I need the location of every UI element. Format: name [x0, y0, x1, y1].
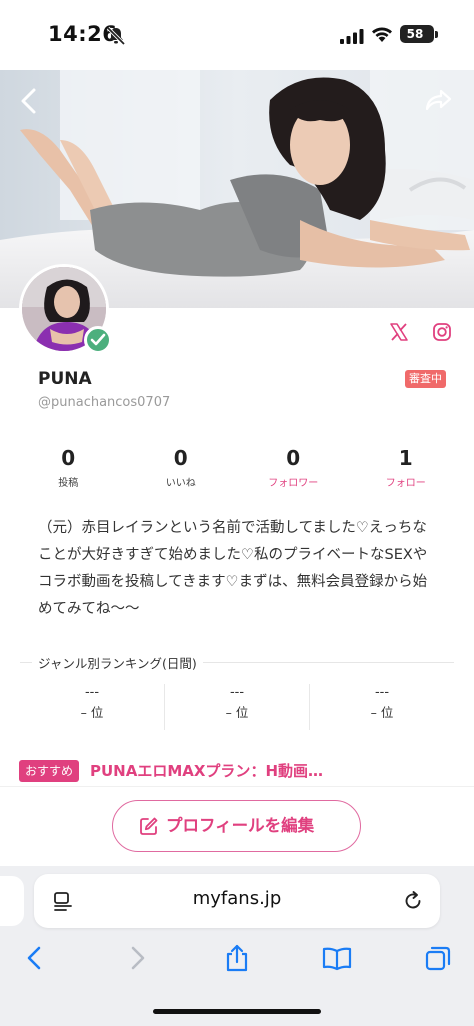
share-up-icon[interactable]: [222, 943, 252, 973]
stat-posts[interactable]: 0 投稿: [12, 444, 125, 494]
signal-icon: [340, 29, 364, 44]
stat-label: フォロワー: [268, 478, 319, 489]
ranking-cell: --- – 位: [310, 684, 454, 730]
stat-followers[interactable]: 0 フォロワー: [237, 444, 350, 494]
bookmarks-icon[interactable]: [322, 943, 352, 973]
ranking-row: --- – 位 --- – 位 --- – 位: [20, 684, 454, 730]
ranking-title: ジャンル別ランキング(日間): [32, 653, 203, 672]
stat-value: 0: [173, 446, 188, 470]
ranking-position: – 位: [370, 705, 394, 720]
ranking-value: ---: [229, 685, 245, 700]
bio-line: ことが大好きすぎて始めました♡私のプライベートなSEXや: [38, 547, 428, 563]
profile-name: PUNA: [38, 369, 92, 389]
reload-icon[interactable]: [402, 890, 424, 912]
wifi-icon: [372, 27, 392, 42]
tabs-icon[interactable]: [423, 943, 453, 973]
check-icon: [90, 333, 106, 346]
profile-stats: 0 投稿 0 いいね 0 フォロワー 1 フォロー: [12, 444, 462, 494]
bio-line: コラボ動画を投稿してきます♡まずは、無料会員登録から始: [38, 574, 428, 590]
ranking-cell: --- – 位: [165, 684, 310, 730]
stat-value: 0: [61, 446, 76, 470]
forward-icon[interactable]: [122, 943, 152, 973]
url-text[interactable]: myfans.jp: [170, 888, 304, 909]
battery-icon: 58: [400, 25, 434, 43]
stat-label: 投稿: [58, 478, 79, 489]
bio-line: めてみてね〜〜: [38, 601, 140, 617]
back-arrow-icon[interactable]: [16, 86, 42, 116]
review-status-badge: 審査中: [405, 370, 446, 388]
share-icon[interactable]: [424, 88, 452, 112]
stat-likes[interactable]: 0 いいね: [125, 444, 238, 494]
stat-value: 1: [398, 446, 413, 470]
edit-icon: [140, 817, 158, 835]
stat-label: フォロー: [385, 478, 426, 489]
battery-nub: [435, 31, 438, 38]
instagram-icon[interactable]: [432, 322, 452, 342]
home-indicator: [153, 1009, 321, 1014]
stat-value: 0: [286, 446, 301, 470]
ranking-cell: --- – 位: [20, 684, 165, 730]
edit-profile-label: プロフィールを編集: [166, 816, 315, 835]
battery-percent: 58: [406, 27, 424, 41]
previous-tab-preview[interactable]: [0, 876, 24, 926]
ranking-position: – 位: [80, 705, 104, 720]
profile-bio: （元）赤目レイランという名前で活動してました♡えっちな ことが大好きすぎて始めま…: [38, 515, 438, 623]
back-icon[interactable]: [20, 943, 50, 973]
recommend-plan-link[interactable]: PUNAエロMAXプラン：H動画…: [90, 760, 323, 782]
verified-badge: [84, 326, 112, 354]
bio-line: （元）赤目レイランという名前で活動してました♡えっちな: [38, 520, 427, 536]
recommend-badge: おすすめ: [19, 760, 80, 782]
ranking-position: – 位: [225, 705, 249, 720]
bell-slash-icon: [106, 26, 126, 46]
ranking-value: ---: [374, 685, 390, 700]
profile-handle: @punachancos0707: [38, 395, 171, 410]
ranking-value: ---: [84, 685, 100, 700]
stat-label: いいね: [165, 478, 196, 489]
reader-icon[interactable]: [52, 890, 74, 912]
x-logo-icon[interactable]: [389, 322, 409, 342]
status-bar: 14:26 58: [0, 0, 474, 70]
stat-following[interactable]: 1 フォロー: [350, 444, 463, 494]
